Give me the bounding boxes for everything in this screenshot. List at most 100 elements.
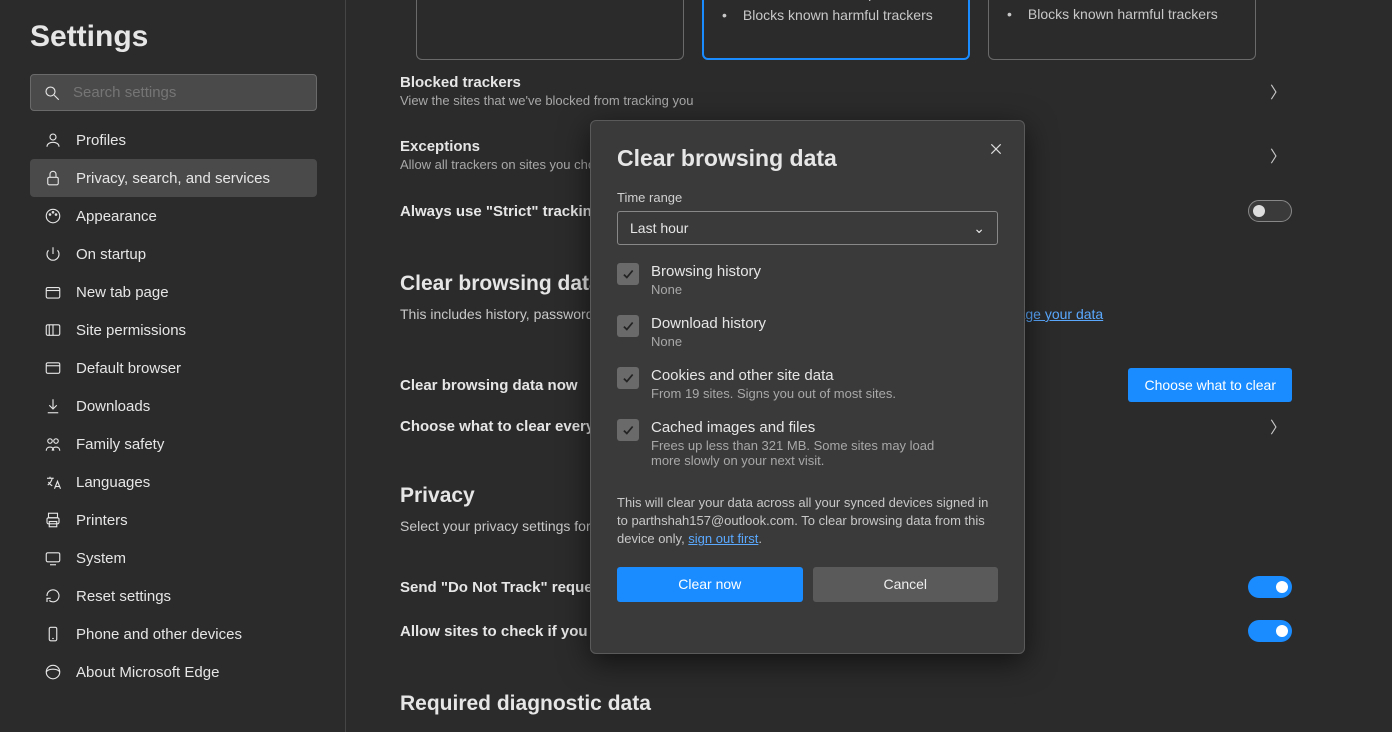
section-heading: Required diagnostic data — [400, 692, 651, 716]
sidebar: Settings Profiles Privacy, search, and se… — [0, 0, 345, 732]
sidebar-item-label: Profiles — [76, 132, 126, 149]
tracking-card-basic[interactable]: Blocks known harmful trackers — [416, 0, 684, 60]
lock-icon — [44, 169, 62, 187]
clear-item-sub: Frees up less than 321 MB. Some sites ma… — [651, 438, 961, 468]
sidebar-item-privacy-search-and-services[interactable]: Privacy, search, and services — [30, 159, 317, 197]
row-sub: Allow all trackers on sites you choose — [400, 157, 616, 172]
sync-note: This will clear your data across all you… — [617, 494, 998, 549]
sidebar-item-label: Appearance — [76, 208, 157, 225]
card-bullet: Blocks known harmful trackers — [722, 4, 950, 26]
sidebar-item-label: System — [76, 550, 126, 567]
download-icon — [44, 397, 62, 415]
toggle-payment-check[interactable] — [1248, 620, 1292, 642]
clear-item-row: Cached images and files Frees up less tha… — [617, 419, 998, 468]
close-icon[interactable] — [982, 135, 1010, 163]
sidebar-nav: Profiles Privacy, search, and services App… — [30, 121, 317, 691]
checkbox[interactable] — [617, 315, 639, 337]
power-icon — [44, 245, 62, 263]
clear-item-row: Download history None — [617, 315, 998, 349]
sliders-icon — [44, 321, 62, 339]
sidebar-item-site-permissions[interactable]: Site permissions — [30, 311, 317, 349]
clear-item-sub: From 19 sites. Signs you out of most sit… — [651, 386, 896, 401]
row-title: Exceptions — [400, 138, 616, 155]
palette-icon — [44, 207, 62, 225]
time-range-label: Time range — [617, 190, 998, 205]
lang-icon — [44, 473, 62, 491]
page-title: Settings — [30, 20, 345, 54]
clear-item-sub: None — [651, 282, 761, 297]
dialog-buttons: Clear now Cancel — [617, 567, 998, 602]
sidebar-item-system[interactable]: System — [30, 539, 317, 577]
clear-item-row: Cookies and other site data From 19 sites… — [617, 367, 998, 401]
toggle-strict-inprivate[interactable] — [1248, 200, 1292, 222]
clear-item-title: Browsing history — [651, 263, 761, 280]
chevron-right-icon: 〉 — [1270, 143, 1292, 167]
note-text: . — [758, 531, 762, 546]
tab-icon — [44, 283, 62, 301]
time-range-value: Last hour — [630, 220, 688, 236]
sidebar-item-label: Family safety — [76, 436, 164, 453]
note-text: This will clear your data across all you… — [617, 495, 988, 546]
chevron-right-icon: 〉 — [1270, 414, 1292, 438]
sidebar-item-appearance[interactable]: Appearance — [30, 197, 317, 235]
section-diagnostic: Required diagnostic data — [400, 692, 651, 716]
row-title: Blocked trackers — [400, 74, 693, 91]
sidebar-item-label: Default browser — [76, 360, 181, 377]
clear-item-title: Download history — [651, 315, 766, 332]
sidebar-item-new-tab-page[interactable]: New tab page — [30, 273, 317, 311]
chevron-right-icon: 〉 — [1270, 79, 1292, 103]
sidebar-item-label: Privacy, search, and services — [76, 170, 270, 187]
choose-what-to-clear-button[interactable]: Choose what to clear — [1128, 368, 1292, 402]
family-icon — [44, 435, 62, 453]
sidebar-item-label: Printers — [76, 512, 128, 529]
cancel-button[interactable]: Cancel — [813, 567, 999, 602]
reset-icon — [44, 587, 62, 605]
clear-item-title: Cached images and files — [651, 419, 961, 436]
sidebar-item-label: Phone and other devices — [76, 626, 242, 643]
sidebar-item-printers[interactable]: Printers — [30, 501, 317, 539]
clear-item-row: Browsing history None — [617, 263, 998, 297]
sidebar-item-default-browser[interactable]: Default browser — [30, 349, 317, 387]
sidebar-item-profiles[interactable]: Profiles — [30, 121, 317, 159]
search-input-wrap[interactable] — [30, 74, 317, 111]
row-blocked-trackers[interactable]: Blocked trackers View the sites that we'… — [400, 74, 1292, 108]
checkbox[interactable] — [617, 263, 639, 285]
sidebar-item-label: About Microsoft Edge — [76, 664, 219, 681]
sidebar-item-downloads[interactable]: Downloads — [30, 387, 317, 425]
search-icon — [43, 84, 61, 102]
sidebar-item-phone-and-other-devices[interactable]: Phone and other devices — [30, 615, 317, 653]
system-icon — [44, 549, 62, 567]
checkbox[interactable] — [617, 367, 639, 389]
tracking-card-strict[interactable]: Parts of sites might not work Blocks kno… — [988, 0, 1256, 60]
row-title: Send "Do Not Track" requests — [400, 579, 614, 596]
row-sub: View the sites that we've blocked from t… — [400, 93, 693, 108]
edge-icon — [44, 663, 62, 681]
clear-now-button[interactable]: Clear now — [617, 567, 803, 602]
printer-icon — [44, 511, 62, 529]
sidebar-item-family-safety[interactable]: Family safety — [30, 425, 317, 463]
sidebar-item-label: Languages — [76, 474, 150, 491]
phone-icon — [44, 625, 62, 643]
clear-browsing-data-dialog: Clear browsing data Time range Last hour… — [590, 120, 1025, 654]
sidebar-item-on-startup[interactable]: On startup — [30, 235, 317, 273]
sidebar-item-languages[interactable]: Languages — [30, 463, 317, 501]
checkbox[interactable] — [617, 419, 639, 441]
tracking-card-balanced[interactable]: Sites will work as expected Blocks known… — [702, 0, 970, 60]
clear-item-title: Cookies and other site data — [651, 367, 896, 384]
clear-item-sub: None — [651, 334, 766, 349]
time-range-select[interactable]: Last hour ⌄ — [617, 211, 998, 245]
toggle-dnt[interactable] — [1248, 576, 1292, 598]
row-title: Clear browsing data now — [400, 377, 578, 394]
sidebar-item-label: On startup — [76, 246, 146, 263]
clear-data-checklist: Browsing history None Download history None… — [617, 263, 998, 486]
sidebar-item-about-microsoft-edge[interactable]: About Microsoft Edge — [30, 653, 317, 691]
search-input[interactable] — [73, 84, 304, 101]
sidebar-item-reset-settings[interactable]: Reset settings — [30, 577, 317, 615]
sign-out-first-link[interactable]: sign out first — [688, 531, 758, 546]
user-icon — [44, 131, 62, 149]
card-bullet: Blocks known harmful trackers — [1007, 3, 1237, 25]
dialog-title: Clear browsing data — [617, 145, 998, 172]
chevron-down-icon: ⌄ — [973, 220, 985, 237]
tracking-cards: Blocks known harmful trackers Sites will… — [416, 0, 1256, 60]
sidebar-item-label: Reset settings — [76, 588, 171, 605]
